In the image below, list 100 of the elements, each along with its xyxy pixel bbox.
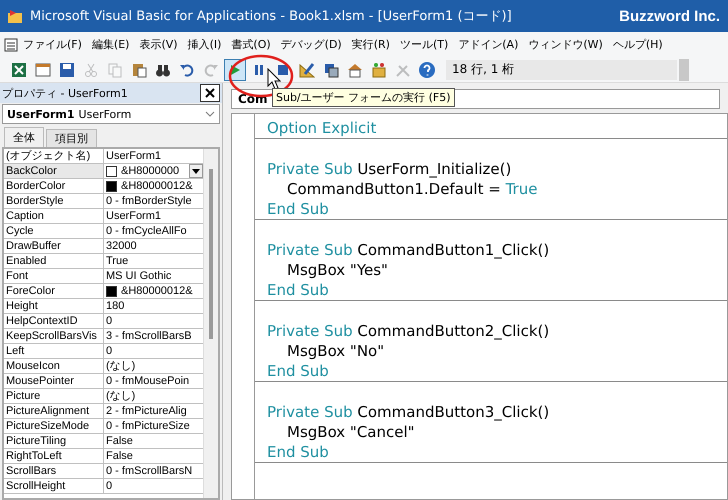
menu-item[interactable]: 書式(O) [226, 35, 276, 54]
property-name[interactable]: (オブジェクト名) [4, 149, 104, 163]
project-icon [323, 62, 339, 78]
tooltip: Sub/ユーザー フォームの実行 (F5) [272, 88, 455, 107]
code-line: CommandButton1.Default = True [286, 179, 538, 199]
property-value: UserForm1 [106, 209, 162, 223]
property-value: 32000 [106, 239, 137, 253]
property-value: False [106, 434, 133, 448]
spreadsheet-icon [11, 62, 27, 78]
property-name[interactable]: PictureAlignment [4, 404, 104, 418]
property-value: 2 - fmPictureAlig [106, 404, 187, 418]
window-title: Microsoft Visual Basic for Applications - Book1.xlsm - [UserForm1 (コード)] [30, 8, 513, 25]
panel-title: プロパティ - UserForm1 [2, 86, 128, 100]
redo-icon [203, 62, 219, 78]
menu-item[interactable]: 編集(E) [86, 35, 134, 54]
undo-icon [179, 62, 195, 78]
dropdown-button[interactable] [189, 164, 203, 178]
code-line: MsgBox "Yes" [286, 260, 389, 280]
property-name[interactable]: BorderColor [4, 179, 104, 193]
property-value: &H80000012& [121, 179, 193, 193]
tab[interactable]: 項目別 [46, 129, 97, 147]
toolbar-grip[interactable] [679, 58, 689, 80]
menu-item[interactable]: 挿入(I) [182, 35, 226, 54]
play-icon [229, 64, 241, 76]
menu-item[interactable]: ツール(T) [394, 35, 454, 54]
code-line: Private Sub CommandButton3_Click() [266, 402, 550, 422]
brand-label: Buzzword Inc. [619, 8, 720, 24]
property-value: &H80000012& [121, 284, 193, 298]
menu-item[interactable]: ファイル(F) [18, 35, 87, 54]
stop-icon [277, 64, 289, 76]
property-value: 3 - fmScrollBarsB [106, 329, 192, 343]
property-value: (なし) [106, 389, 136, 403]
menu-item[interactable]: 実行(R) [346, 35, 395, 54]
property-value: 0 [106, 314, 112, 328]
menu-item[interactable]: ヘルプ(H) [608, 35, 668, 54]
property-name[interactable]: PictureSizeMode [4, 419, 104, 433]
property-value: True [106, 254, 128, 268]
property-name[interactable]: Left [4, 344, 104, 358]
property-name[interactable]: Height [4, 299, 104, 313]
close-icon [205, 88, 215, 98]
property-name[interactable]: MouseIcon [4, 359, 104, 373]
property-value: 0 - fmPictureSize [106, 419, 190, 433]
property-name[interactable]: ScrollHeight [4, 479, 104, 493]
property-name[interactable]: Picture [4, 389, 104, 403]
code-line: End Sub [266, 199, 330, 219]
property-name[interactable]: HelpContextID [4, 314, 104, 328]
menu-item[interactable]: アドイン(A) [453, 35, 524, 54]
menu-item[interactable]: 表示(V) [134, 35, 183, 54]
caret-icon [192, 168, 200, 174]
property-value: 0 [106, 344, 112, 358]
menu-item[interactable]: デバッグ(D) [276, 35, 347, 54]
pause-icon [253, 64, 265, 76]
property-value: &H8000000 [121, 164, 180, 178]
property-name[interactable]: ForeColor [4, 284, 104, 298]
scrollbar[interactable] [203, 149, 218, 498]
property-name[interactable]: RightToLeft [4, 449, 104, 463]
property-value: 180 [106, 299, 124, 313]
position-field: 18 行, 1 桁 [446, 60, 677, 80]
property-name[interactable]: PictureTiling [4, 434, 104, 448]
code-line: End Sub [266, 361, 330, 381]
form-icon [35, 62, 51, 78]
property-name[interactable]: Font [4, 269, 104, 283]
object-dropdown[interactable]: UserForm1 UserForm [2, 104, 220, 124]
code-line: Option Explicit [266, 118, 378, 138]
ruler-pencil-icon [299, 62, 315, 78]
property-name[interactable]: BackColor [4, 164, 104, 178]
property-name[interactable]: Cycle [4, 224, 104, 238]
property-value: 0 - fmMousePoin [106, 374, 190, 388]
scissors-icon [83, 62, 99, 78]
property-name[interactable]: Enabled [4, 254, 104, 268]
property-name[interactable]: KeepScrollBarsVis [4, 329, 104, 343]
copy-icon [107, 62, 123, 78]
property-name[interactable]: MousePointer [4, 374, 104, 388]
code-editor[interactable] [231, 113, 728, 500]
help-icon [418, 60, 436, 78]
code-line: MsgBox "No" [286, 341, 386, 361]
code-line: End Sub [266, 280, 330, 300]
property-value: 0 [106, 479, 112, 493]
property-value: UserForm1 [106, 149, 162, 163]
box-icon [371, 62, 387, 78]
code-line: Private Sub UserForm_Initialize() [266, 159, 512, 179]
tab[interactable]: 全体 [4, 127, 44, 147]
menu-item[interactable]: ウィンドウ(W) [523, 35, 608, 54]
property-value: 0 - fmBorderStyle [106, 194, 192, 208]
property-name[interactable]: BorderStyle [4, 194, 104, 208]
code-line: Private Sub CommandButton1_Click() [266, 240, 550, 260]
clipboard-icon [131, 62, 147, 78]
code-line: MsgBox "Cancel" [286, 422, 416, 442]
scroll-thumb[interactable] [209, 169, 213, 339]
property-name[interactable]: ScrollBars [4, 464, 104, 478]
save-icon [59, 62, 75, 78]
app-icon [6, 7, 24, 25]
property-value: (なし) [106, 359, 136, 373]
properties-icon [347, 62, 363, 78]
property-name[interactable]: DrawBuffer [4, 239, 104, 253]
close-button[interactable] [200, 84, 220, 102]
code-line: End Sub [266, 442, 330, 462]
code-line: Private Sub CommandButton2_Click() [266, 321, 550, 341]
property-value: MS UI Gothic [106, 269, 172, 283]
property-name[interactable]: Caption [4, 209, 104, 223]
